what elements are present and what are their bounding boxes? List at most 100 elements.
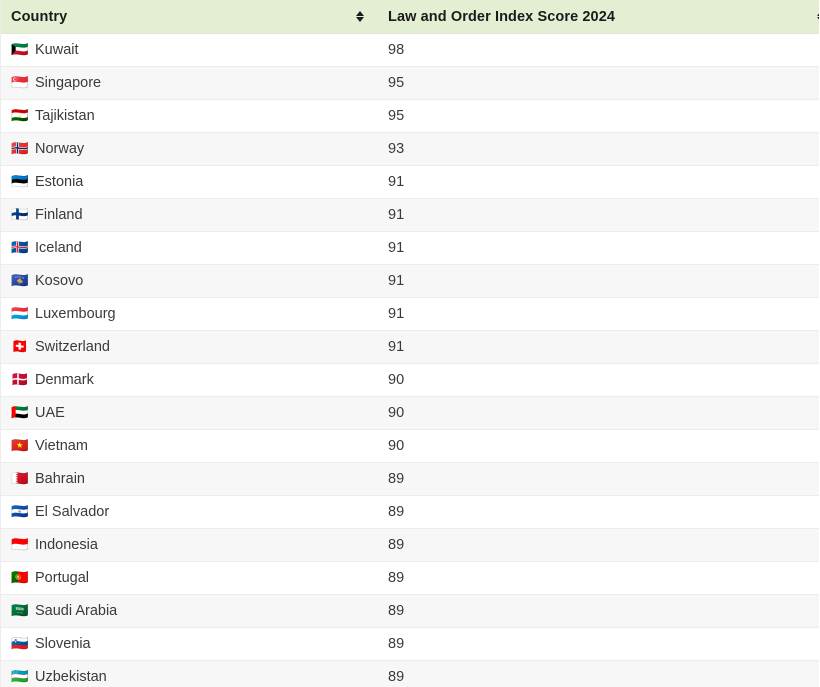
score-value: 89 bbox=[388, 636, 405, 652]
country-name: Uzbekistan bbox=[35, 669, 107, 685]
score-value: 91 bbox=[388, 339, 405, 355]
cell-score: 90 bbox=[378, 396, 819, 430]
table-row[interactable]: 🇸🇦 Saudi Arabia 89 bbox=[1, 594, 819, 628]
cell-score: 91 bbox=[378, 231, 819, 265]
score-value: 91 bbox=[388, 240, 405, 256]
table-row[interactable]: 🇰🇼 Kuwait 98 bbox=[1, 33, 819, 67]
column-header-score-label: Law and Order Index Score 2024 bbox=[388, 8, 616, 25]
cell-country: 🇪🇪 Estonia bbox=[1, 165, 378, 199]
table-row[interactable]: 🇸🇮 Slovenia 89 bbox=[1, 627, 819, 661]
flag-icon: 🇧🇭 bbox=[11, 471, 29, 487]
cell-country: 🇸🇮 Slovenia bbox=[1, 627, 378, 661]
table-row[interactable]: 🇹🇯 Tajikistan 95 bbox=[1, 99, 819, 133]
table-row[interactable]: 🇻🇳 Vietnam 90 bbox=[1, 429, 819, 463]
flag-icon: 🇮🇸 bbox=[11, 240, 29, 256]
cell-country: 🇧🇭 Bahrain bbox=[1, 462, 378, 496]
caret-down-icon bbox=[817, 17, 819, 23]
flag-icon: 🇰🇼 bbox=[11, 42, 29, 58]
table-header: Country Law and Order Index Score 2024 bbox=[1, 0, 819, 34]
country-name: Kosovo bbox=[35, 273, 84, 289]
cell-score: 93 bbox=[378, 132, 819, 166]
cell-score: 91 bbox=[378, 297, 819, 331]
flag-icon: 🇹🇯 bbox=[11, 108, 29, 124]
flag-icon: 🇦🇪 bbox=[11, 405, 29, 421]
cell-country: 🇨🇭 Switzerland bbox=[1, 330, 378, 364]
cell-score: 89 bbox=[378, 594, 819, 628]
sort-updown-icon-country[interactable] bbox=[353, 10, 367, 23]
table-row[interactable]: 🇸🇻 El Salvador 89 bbox=[1, 495, 819, 529]
country-name: Kuwait bbox=[35, 42, 79, 58]
table-row[interactable]: 🇨🇭 Switzerland 91 bbox=[1, 330, 819, 364]
country-name: Estonia bbox=[35, 174, 84, 190]
table-row[interactable]: 🇱🇺 Luxembourg 91 bbox=[1, 297, 819, 331]
cell-score: 91 bbox=[378, 165, 819, 199]
score-value: 91 bbox=[388, 273, 405, 289]
cell-score: 89 bbox=[378, 528, 819, 562]
score-value: 89 bbox=[388, 504, 405, 520]
flag-icon: 🇻🇳 bbox=[11, 438, 29, 454]
flag-icon: 🇩🇰 bbox=[11, 372, 29, 388]
score-value: 89 bbox=[388, 471, 405, 487]
country-name: Bahrain bbox=[35, 471, 85, 487]
table-row[interactable]: 🇫🇮 Finland 91 bbox=[1, 198, 819, 232]
cell-score: 89 bbox=[378, 627, 819, 661]
table-row[interactable]: 🇮🇩 Indonesia 89 bbox=[1, 528, 819, 562]
column-header-country[interactable]: Country bbox=[1, 0, 378, 34]
cell-country: 🇩🇰 Denmark bbox=[1, 363, 378, 397]
score-value: 90 bbox=[388, 405, 405, 421]
table-row[interactable]: 🇳🇴 Norway 93 bbox=[1, 132, 819, 166]
country-name: Finland bbox=[35, 207, 83, 223]
cell-score: 91 bbox=[378, 264, 819, 298]
score-value: 89 bbox=[388, 603, 405, 619]
country-name: Indonesia bbox=[35, 537, 98, 553]
table-row[interactable]: 🇦🇪 UAE 90 bbox=[1, 396, 819, 430]
score-value: 91 bbox=[388, 306, 405, 322]
caret-down-icon bbox=[356, 17, 364, 23]
cell-country: 🇱🇺 Luxembourg bbox=[1, 297, 378, 331]
country-name: Iceland bbox=[35, 240, 82, 256]
cell-country: 🇦🇪 UAE bbox=[1, 396, 378, 430]
cell-country: 🇸🇬 Singapore bbox=[1, 66, 378, 100]
flag-icon: 🇸🇮 bbox=[11, 636, 29, 652]
country-name: Tajikistan bbox=[35, 108, 95, 124]
cell-country: 🇮🇸 Iceland bbox=[1, 231, 378, 265]
cell-score: 91 bbox=[378, 330, 819, 364]
cell-score: 89 bbox=[378, 495, 819, 529]
sort-updown-icon-score[interactable] bbox=[814, 10, 819, 23]
cell-score: 98 bbox=[378, 33, 819, 67]
table-row[interactable]: 🇺🇿 Uzbekistan 89 bbox=[1, 660, 819, 687]
table-row[interactable]: 🇽🇰 Kosovo 91 bbox=[1, 264, 819, 298]
flag-icon: 🇺🇿 bbox=[11, 669, 29, 685]
cell-score: 89 bbox=[378, 660, 819, 687]
flag-icon: 🇮🇩 bbox=[11, 537, 29, 553]
table-body: 🇰🇼 Kuwait 98 🇸🇬 Singapore 95 🇹🇯 Tajikistan 95 🇳🇴 N… bbox=[1, 33, 819, 687]
country-name: Luxembourg bbox=[35, 306, 116, 322]
score-value: 95 bbox=[388, 75, 405, 91]
caret-up-icon bbox=[356, 10, 364, 16]
law-and-order-index-table-container: Country Law and Order Index Score 2024 🇰… bbox=[0, 0, 819, 687]
table-row[interactable]: 🇧🇭 Bahrain 89 bbox=[1, 462, 819, 496]
cell-country: 🇹🇯 Tajikistan bbox=[1, 99, 378, 133]
table-row[interactable]: 🇸🇬 Singapore 95 bbox=[1, 66, 819, 100]
column-header-score[interactable]: Law and Order Index Score 2024 bbox=[378, 0, 819, 34]
score-value: 90 bbox=[388, 372, 405, 388]
table-row[interactable]: 🇮🇸 Iceland 91 bbox=[1, 231, 819, 265]
cell-country: 🇳🇴 Norway bbox=[1, 132, 378, 166]
table-row[interactable]: 🇪🇪 Estonia 91 bbox=[1, 165, 819, 199]
flag-icon: 🇱🇺 bbox=[11, 306, 29, 322]
cell-country: 🇮🇩 Indonesia bbox=[1, 528, 378, 562]
flag-icon: 🇨🇭 bbox=[11, 339, 29, 355]
flag-icon: 🇫🇮 bbox=[11, 207, 29, 223]
cell-country: 🇰🇼 Kuwait bbox=[1, 33, 378, 67]
cell-score: 95 bbox=[378, 66, 819, 100]
country-name: UAE bbox=[35, 405, 65, 421]
country-name: Saudi Arabia bbox=[35, 603, 118, 619]
table-row[interactable]: 🇵🇹 Portugal 89 bbox=[1, 561, 819, 595]
score-value: 95 bbox=[388, 108, 405, 124]
score-value: 93 bbox=[388, 141, 405, 157]
cell-score: 90 bbox=[378, 429, 819, 463]
cell-country: 🇫🇮 Finland bbox=[1, 198, 378, 232]
table-row[interactable]: 🇩🇰 Denmark 90 bbox=[1, 363, 819, 397]
flag-icon: 🇳🇴 bbox=[11, 141, 29, 157]
score-value: 89 bbox=[388, 537, 405, 553]
